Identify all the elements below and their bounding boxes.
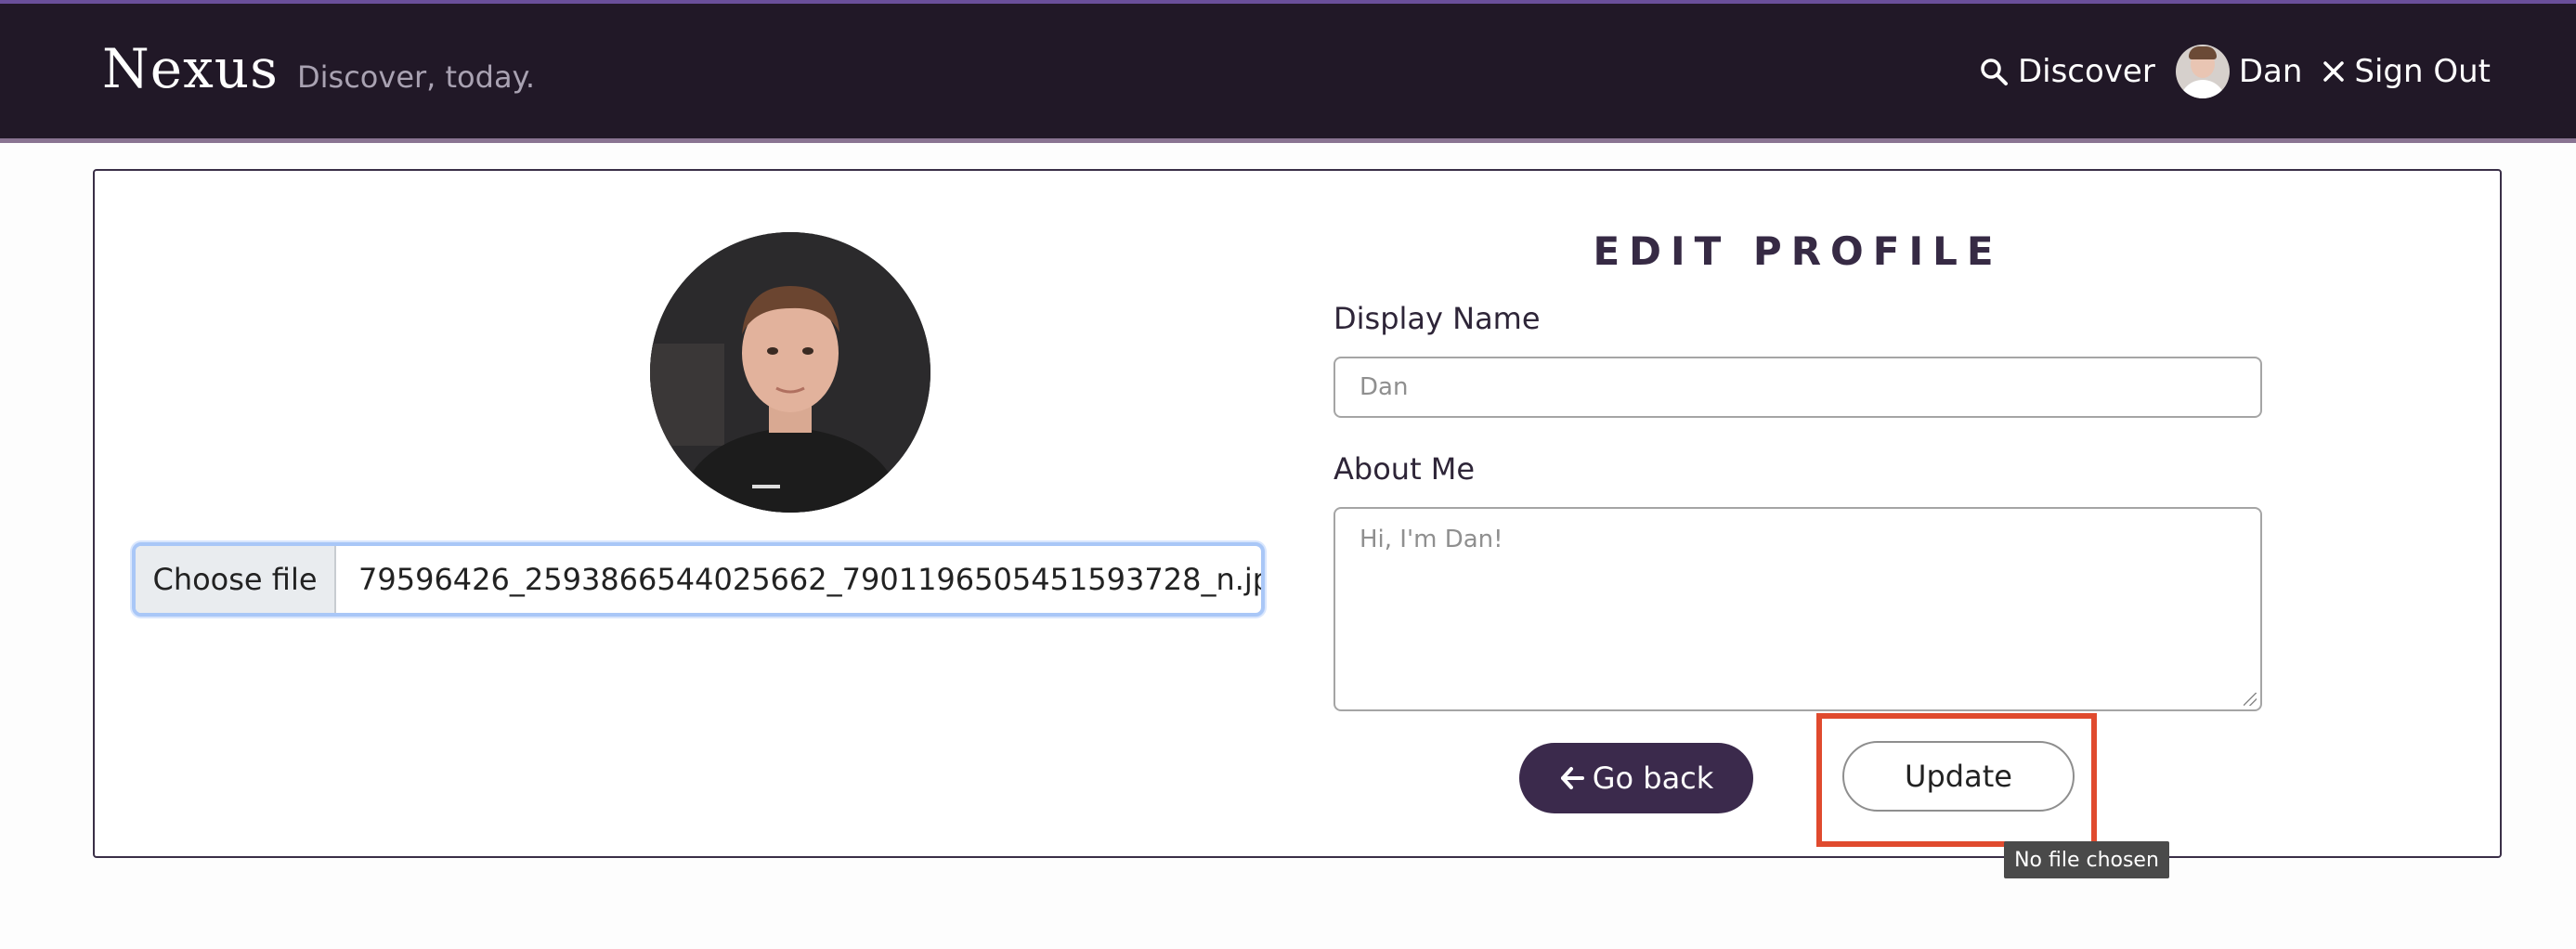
nav-actions: Discover Dan Sign Out — [1979, 4, 2491, 139]
about-me-placeholder: Hi, I'm Dan! — [1360, 526, 1503, 553]
edit-profile-card: Choose file 79596426_2593866544025662_79… — [93, 169, 2502, 858]
brand-tagline: Discover, today. — [297, 59, 536, 95]
go-back-button[interactable]: Go back — [1519, 743, 1753, 813]
update-button[interactable]: Update — [1842, 741, 2075, 812]
nav-user-name: Dan — [2238, 53, 2303, 90]
profile-photo — [650, 232, 930, 513]
user-avatar — [2175, 45, 2230, 98]
choose-file-button[interactable]: Choose file — [136, 546, 336, 613]
brand-logo[interactable]: Nexus — [102, 37, 279, 100]
about-me-textarea[interactable]: Hi, I'm Dan! — [1334, 507, 2262, 711]
update-label: Update — [1905, 759, 2012, 794]
nav-signout-label: Sign Out — [2354, 53, 2491, 90]
nav-discover-label: Discover — [2017, 53, 2155, 90]
display-name-label: Display Name — [1334, 301, 1541, 336]
resize-handle-icon[interactable] — [2244, 693, 2257, 706]
nav-discover-link[interactable]: Discover — [1979, 53, 2155, 90]
file-input-tooltip: No file chosen — [2004, 841, 2169, 878]
nav-user-link[interactable]: Dan — [2175, 45, 2303, 98]
close-icon — [2323, 61, 2345, 82]
top-navbar: Nexus Discover, today. Discover Dan Sign… — [0, 0, 2576, 143]
display-name-placeholder: Dan — [1360, 373, 1409, 401]
page-title: EDIT PROFILE — [1593, 228, 2003, 274]
chosen-file-name: 79596426_2593866544025662_79011965054515… — [358, 562, 1261, 597]
profile-photo-file-input[interactable]: Choose file 79596426_2593866544025662_79… — [132, 542, 1265, 617]
about-me-label: About Me — [1334, 451, 1476, 487]
go-back-label: Go back — [1592, 760, 1714, 796]
nav-signout-link[interactable]: Sign Out — [2322, 53, 2491, 90]
arrow-left-icon — [1560, 767, 1584, 789]
search-icon — [1981, 58, 2008, 85]
display-name-field[interactable]: Dan — [1334, 357, 2262, 418]
